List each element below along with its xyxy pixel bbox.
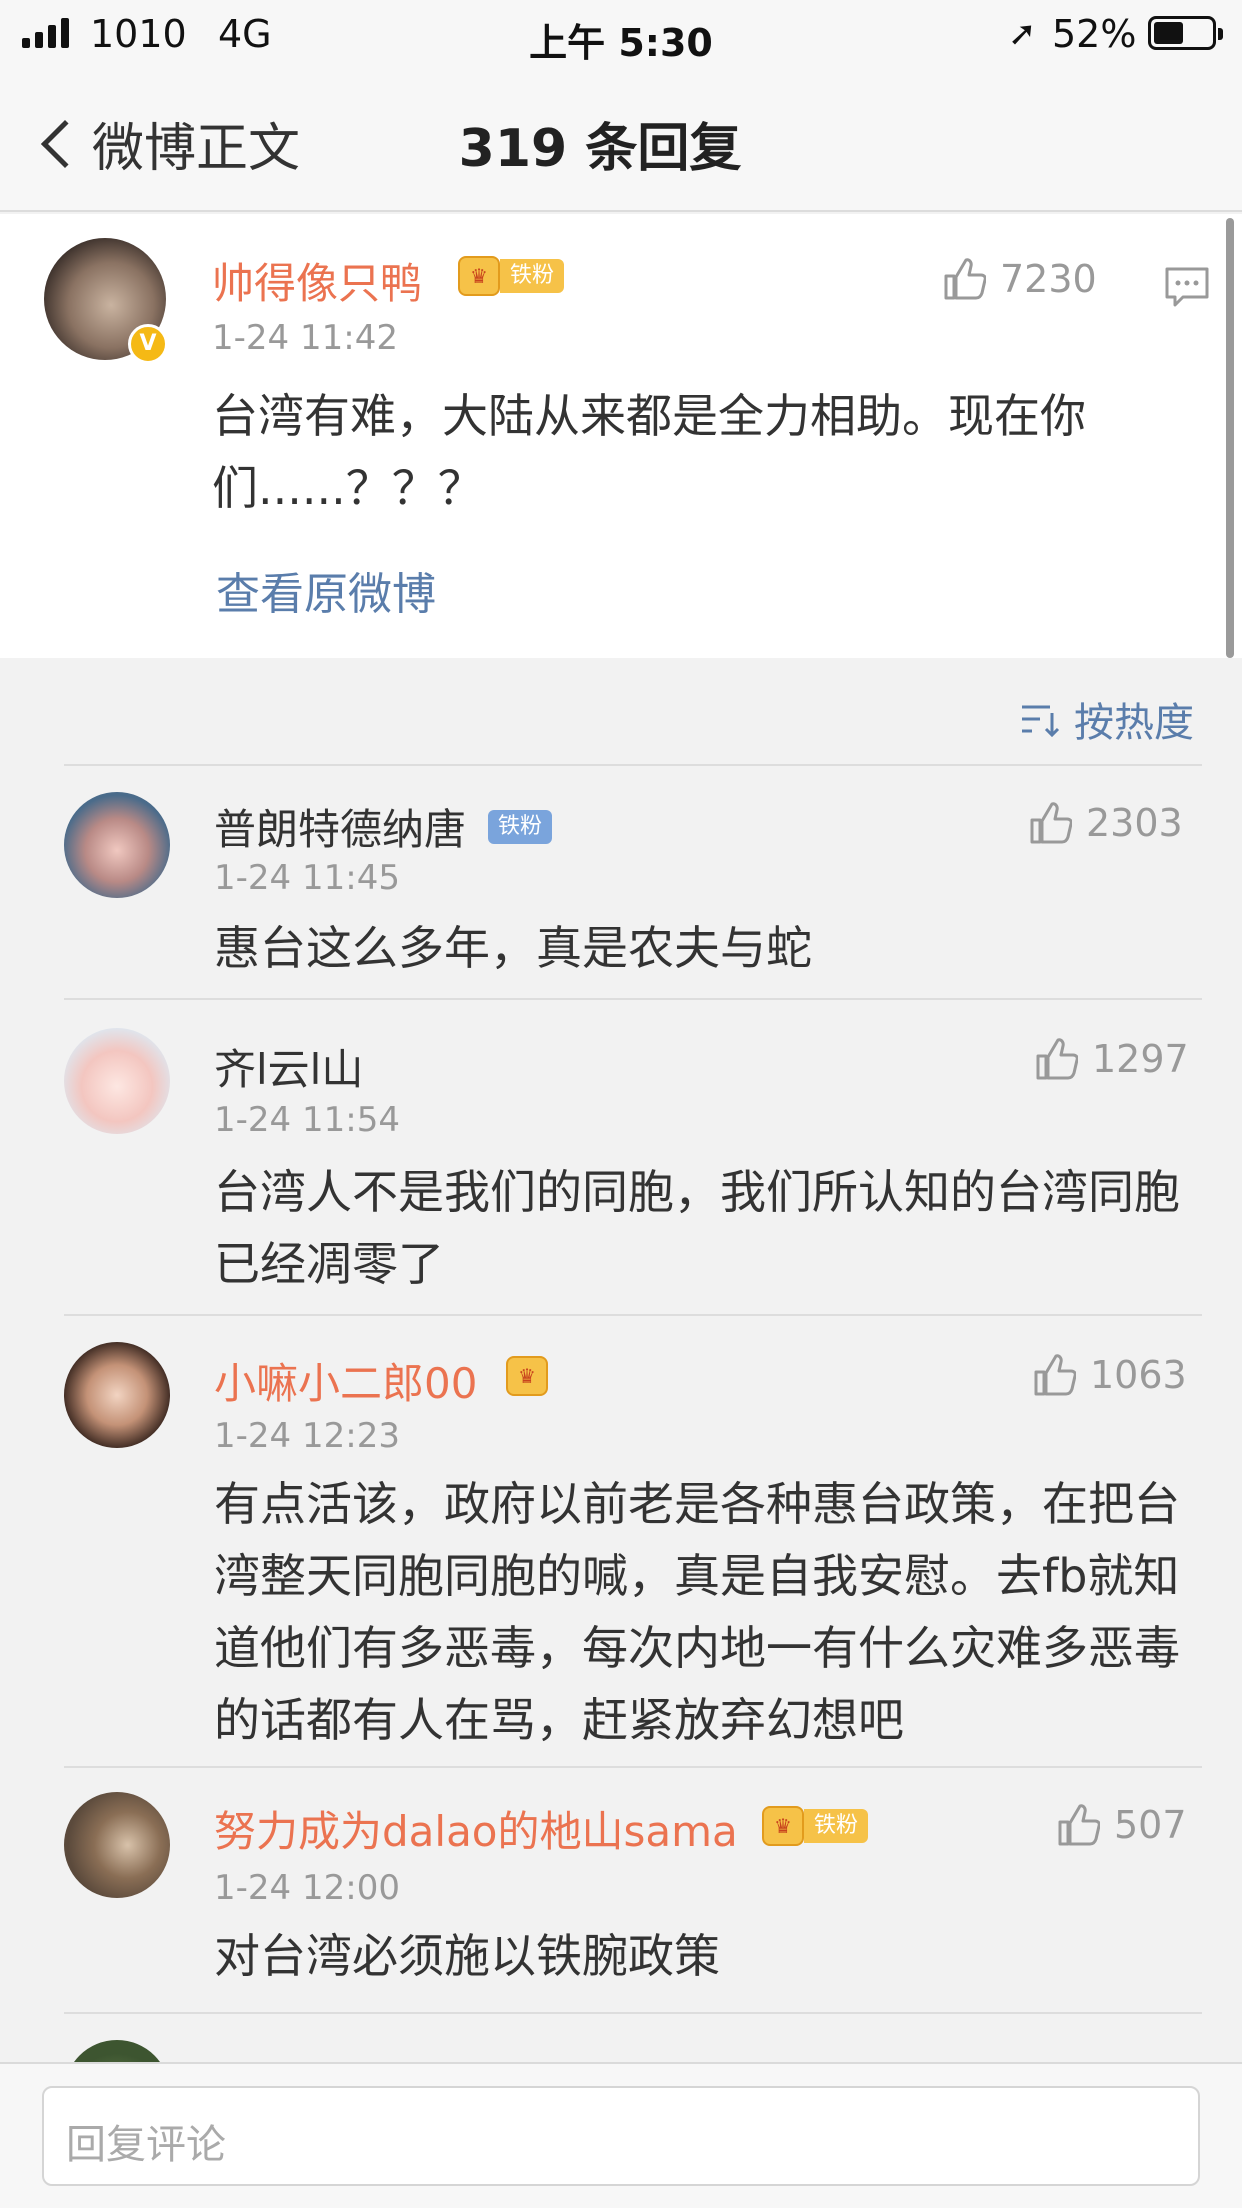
sort-label: 按热度 [1074, 700, 1194, 746]
comment-text: 有点活该，政府以前老是各种惠台政策，在把台湾整天同胞同胞的喊，真是自我安慰。去f… [214, 1477, 1180, 1747]
comment-time: 1-24 11:45 [214, 858, 400, 898]
like-button[interactable]: 507 [1054, 1802, 1187, 1848]
sort-button[interactable]: 按热度 [1020, 690, 1194, 748]
list-item [64, 2012, 1202, 2062]
fan-badge: ♛ 铁粉 [762, 1806, 869, 1846]
like-button[interactable]: 2303 [1026, 800, 1183, 846]
thumbs-up-icon [1030, 802, 1072, 844]
crown-icon: ♛ [506, 1356, 548, 1396]
battery-icon [1148, 16, 1223, 50]
comment-time: 1-24 11:42 [212, 318, 398, 358]
comment-time: 1-24 12:00 [214, 1868, 400, 1908]
nav-bar: 微博正文 319 条回复 [0, 66, 1242, 212]
avatar[interactable] [64, 1792, 170, 1898]
avatar[interactable] [64, 1342, 170, 1448]
page-title: 319 条回复 [458, 119, 742, 179]
list-item: 普朗特德纳唐 铁粉 1-24 11:45 2303 惠台这么多年，真是农夫与蛇 [64, 764, 1202, 998]
main-comment: V 帅得像只鸭 ♛ 铁粉 1-24 11:42 7230 台湾有难，大陆从来都是… [0, 214, 1242, 658]
reply-input[interactable]: 回复评论 [42, 2086, 1200, 2186]
reply-bar: 回复评论 [0, 2062, 1242, 2208]
thumbs-up-icon [1058, 1804, 1100, 1846]
comment-username[interactable]: 普朗特德纳唐 [214, 796, 466, 857]
comment-text: 台湾有难，大陆从来都是全力相助。现在你们......？？？ [212, 389, 1086, 515]
comment-username[interactable]: 小嘛小二郎00 [214, 1350, 477, 1411]
thumbs-up-icon [1034, 1354, 1076, 1396]
avatar[interactable] [64, 1028, 170, 1134]
like-count: 7230 [1000, 257, 1097, 301]
comment-username[interactable]: 帅得像只鸭 [212, 250, 422, 311]
like-count: 507 [1114, 1803, 1187, 1847]
avatar[interactable] [64, 792, 170, 898]
list-item: 齐l云l山 1-24 11:54 1297 台湾人不是我们的同胞，我们所认知的台… [64, 998, 1202, 1314]
list-item: 小嘛小二郎00 ♛ 1-24 12:23 1063 有点活该，政府以前老是各种惠… [64, 1314, 1202, 1766]
battery-percentage: 52% [1052, 12, 1137, 56]
comment-time: 1-24 12:23 [214, 1416, 400, 1456]
comment-text: 台湾人不是我们的同胞，我们所认知的台湾同胞已经凋零了 [214, 1165, 1180, 1291]
like-count: 1063 [1090, 1353, 1187, 1397]
fan-badge-label: 铁粉 [500, 259, 565, 293]
avatar[interactable] [64, 2040, 170, 2062]
view-original-link[interactable]: 查看原微博 [216, 558, 436, 622]
like-count: 1297 [1092, 1037, 1189, 1081]
crown-icon: ♛ [458, 256, 500, 296]
fan-badge: 铁粉 [488, 810, 553, 844]
fan-badge-label: 铁粉 [488, 810, 553, 844]
like-button[interactable]: 7230 [940, 256, 1097, 302]
fan-badge-label: 铁粉 [804, 1809, 869, 1843]
comment-username[interactable]: 齐l云l山 [214, 1036, 363, 1097]
like-count: 2303 [1086, 801, 1183, 845]
list-item: 努力成为dalao的杝山sama ♛ 铁粉 1-24 12:00 507 对台湾… [64, 1766, 1202, 2012]
like-button[interactable]: 1297 [1032, 1036, 1189, 1082]
scrollbar[interactable] [1226, 218, 1234, 658]
status-bar: 1010 4G 上午 5:30 ➚ 52% [0, 0, 1242, 66]
comment-text: 对台湾必须施以铁腕政策 [214, 1929, 720, 1983]
fan-badge: ♛ 铁粉 [458, 256, 565, 296]
thumbs-up-icon [1036, 1038, 1078, 1080]
comment-icon[interactable] [1164, 266, 1210, 308]
crown-icon: ♛ [762, 1806, 804, 1846]
like-button[interactable]: 1063 [1030, 1352, 1187, 1398]
verified-icon: V [128, 324, 168, 364]
thumbs-up-icon [944, 258, 986, 300]
comment-username[interactable]: 努力成为dalao的杝山sama [214, 1798, 738, 1859]
sort-icon [1022, 705, 1060, 737]
comment-text: 惠台这么多年，真是农夫与蛇 [214, 921, 812, 975]
location-icon: ➚ [1008, 14, 1037, 54]
comment-time: 1-24 11:54 [214, 1100, 400, 1140]
fan-badge: ♛ [506, 1356, 548, 1396]
